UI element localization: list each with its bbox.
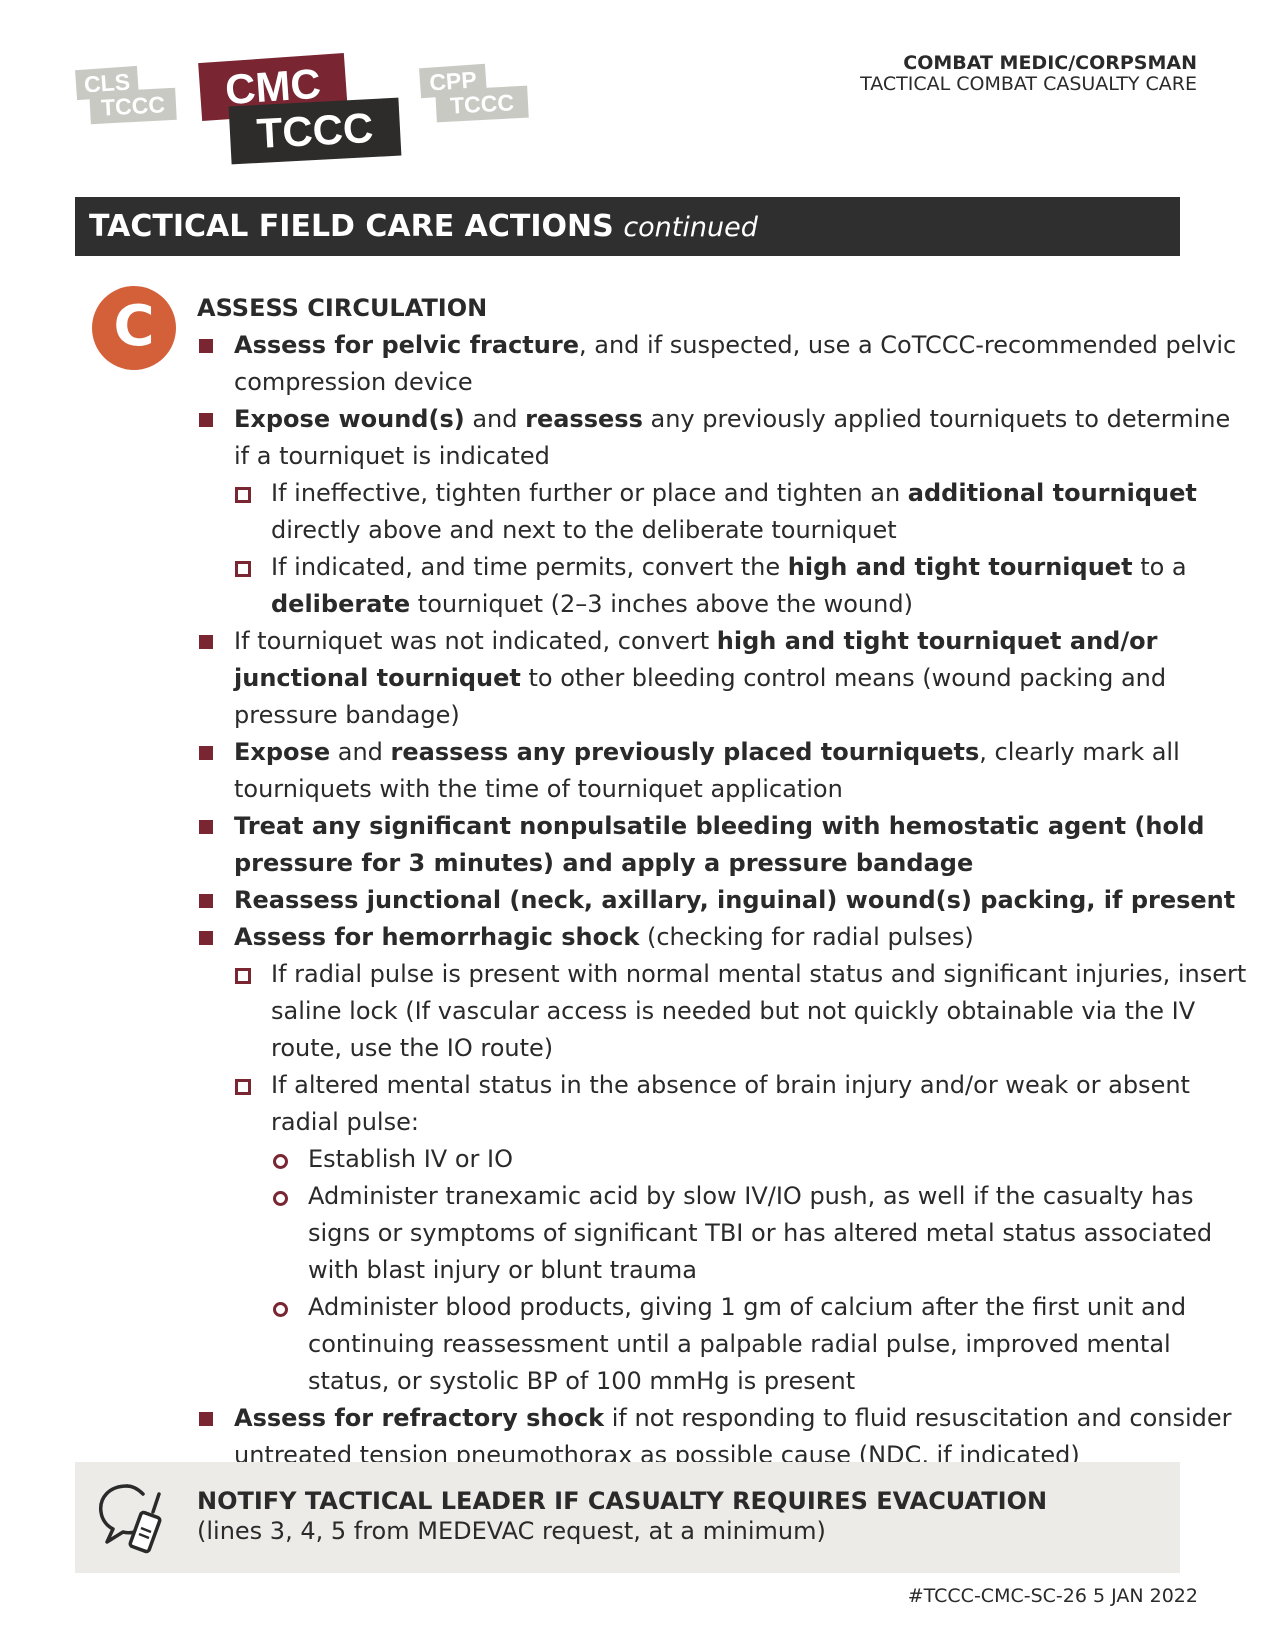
header-line-1: COMBAT MEDIC/CORPSMAN <box>903 52 1197 74</box>
logo-line: TCCC <box>89 87 177 125</box>
document-id-date: #TCCC-CMC-SC-26 5 JAN 2022 <box>907 1585 1198 1607</box>
list-item-text: Assess for hemorrhagic shock <box>234 923 640 951</box>
circulation-section: ASSESS CIRCULATION Assess for pelvic fra… <box>197 290 1247 1474</box>
list-item-text: Expose <box>234 738 331 766</box>
list-item: Administer blood products, giving 1 gm o… <box>197 1289 1247 1400</box>
hollow-square-bullet-icon <box>235 1079 251 1095</box>
circle-bullet-icon <box>273 1191 288 1206</box>
section-title-bar: TACTICAL FIELD CARE ACTIONS continued <box>75 197 1180 256</box>
list-item-text: Establish IV or IO <box>308 1145 513 1173</box>
square-bullet-icon <box>199 413 213 427</box>
list-item-text: to a <box>1132 553 1187 581</box>
radio-speech-icon <box>99 1484 162 1554</box>
square-bullet-icon <box>199 894 213 908</box>
notify-box: NOTIFY TACTICAL LEADER IF CASUALTY REQUI… <box>75 1462 1180 1573</box>
square-bullet-icon <box>199 1412 213 1426</box>
list-item: If altered mental status in the absence … <box>197 1067 1247 1141</box>
list-item: If tourniquet was not indicated, convert… <box>197 623 1247 734</box>
circle-bullet-icon <box>273 1302 288 1317</box>
list-item-text: and <box>464 405 526 433</box>
square-bullet-icon <box>199 746 213 760</box>
square-bullet-icon <box>199 820 213 834</box>
circulation-list: Assess for pelvic fracture, and if suspe… <box>197 327 1247 1474</box>
section-title: TACTICAL FIELD CARE ACTIONS <box>89 209 614 244</box>
list-item: Administer tranexamic acid by slow IV/IO… <box>197 1178 1247 1289</box>
document-header: COMBAT MEDIC/CORPSMAN TACTICAL COMBAT CA… <box>860 53 1197 95</box>
square-bullet-icon <box>199 339 213 353</box>
list-item-text: Assess for pelvic fracture <box>234 331 579 359</box>
list-item-text: reassess any previously placed tournique… <box>390 738 980 766</box>
list-item-text: reassess <box>525 405 643 433</box>
list-item-text: If altered mental status in the absence … <box>271 1071 1190 1136</box>
circle-bullet-icon <box>273 1154 288 1169</box>
hollow-square-bullet-icon <box>235 968 251 984</box>
list-item: Establish IV or IO <box>197 1141 1247 1178</box>
list-item: If radial pulse is present with normal m… <box>197 956 1247 1067</box>
section-title-suffix: continued <box>623 212 758 243</box>
square-bullet-icon <box>199 635 213 649</box>
list-item: Expose and reassess any previously place… <box>197 734 1247 808</box>
list-item: Assess for hemorrhagic shock (checking f… <box>197 919 1247 956</box>
list-item-text: If indicated, and time permits, convert … <box>271 553 788 581</box>
list-item-text: and <box>330 738 391 766</box>
list-item: Treat any significant nonpulsatile bleed… <box>197 808 1247 882</box>
list-item-text: deliberate <box>271 590 411 618</box>
list-item-text: If ineffective, tighten further or place… <box>271 479 908 507</box>
list-item: Reassess junctional (neck, axillary, ing… <box>197 882 1247 919</box>
circulation-letter-badge: C <box>92 286 176 370</box>
list-item-text: high and tight tourniquet <box>787 553 1133 581</box>
notify-title: NOTIFY TACTICAL LEADER IF CASUALTY REQUI… <box>197 1487 1048 1515</box>
list-item: If indicated, and time permits, convert … <box>197 549 1247 623</box>
list-item-text: Assess for refractory shock <box>234 1404 605 1432</box>
list-item: If ineffective, tighten further or place… <box>197 475 1247 549</box>
list-item-text: If tourniquet was not indicated, convert <box>234 627 717 655</box>
circulation-heading: ASSESS CIRCULATION <box>197 294 488 322</box>
list-item-text: If radial pulse is present with normal m… <box>271 960 1247 1062</box>
list-item-text: (checking for radial pulses) <box>639 923 974 951</box>
header-line-2: TACTICAL COMBAT CASUALTY CARE <box>860 73 1197 95</box>
list-item-text: Reassess junctional (neck, axillary, ing… <box>234 886 1236 914</box>
logo-line: TCCC <box>435 85 529 123</box>
list-item-text: tourniquet (2–3 inches above the wound) <box>410 590 913 618</box>
list-item: Expose wound(s) and reassess any previou… <box>197 401 1247 475</box>
notify-subtitle: (lines 3, 4, 5 from MEDEVAC request, at … <box>197 1517 826 1545</box>
list-item-text: Treat any significant nonpulsatile bleed… <box>234 812 1205 877</box>
list-item-text: Expose wound(s) <box>234 405 465 433</box>
logo-line: TCCC <box>228 97 402 165</box>
list-item: Assess for pelvic fracture, and if suspe… <box>197 327 1247 401</box>
list-item-text: directly above and next to the deliberat… <box>271 516 897 544</box>
hollow-square-bullet-icon <box>235 561 251 577</box>
list-item-text: additional tourniquet <box>907 479 1197 507</box>
list-item-text: Administer tranexamic acid by slow IV/IO… <box>308 1182 1213 1284</box>
list-item-text: Administer blood products, giving 1 gm o… <box>308 1293 1187 1395</box>
hollow-square-bullet-icon <box>235 487 251 503</box>
square-bullet-icon <box>199 931 213 945</box>
